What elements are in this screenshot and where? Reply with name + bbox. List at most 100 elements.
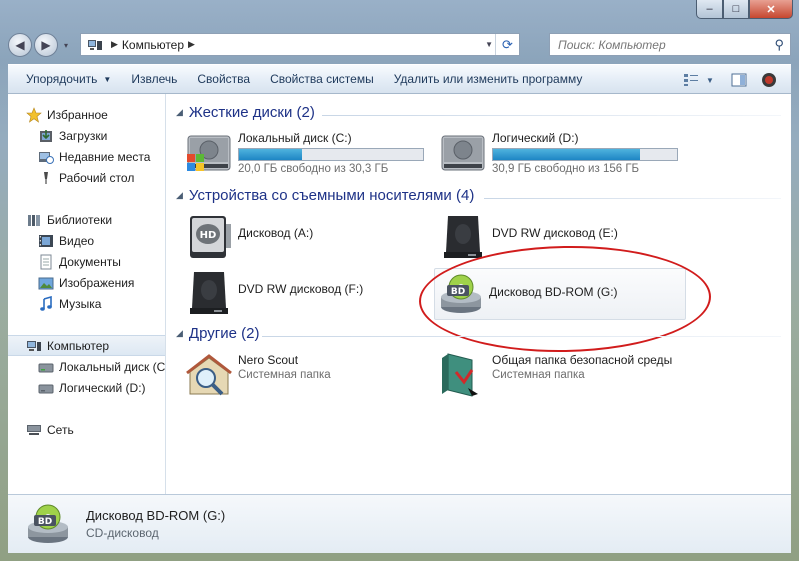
sidebar-item-favorites[interactable]: Избранное xyxy=(8,104,165,125)
view-dropdown-icon[interactable]: ▼ xyxy=(703,68,717,92)
drive-tile-d[interactable]: Логический (D:) 30,9 ГБ свободно из 156 … xyxy=(438,128,688,178)
drive-usage-bar xyxy=(492,148,678,161)
hd-label: HD xyxy=(200,230,217,241)
group-divider xyxy=(262,336,781,337)
sidebar-label: Библиотеки xyxy=(47,212,113,227)
downloads-icon xyxy=(38,128,54,144)
drive-name: DVD RW дисковод (E:) xyxy=(492,226,618,240)
local-disk-icon xyxy=(38,359,54,375)
organize-button[interactable]: Упорядочить ▼ xyxy=(16,67,121,91)
group-title: Устройства со съемными носителями (4) xyxy=(188,187,475,204)
sidebar-item-images[interactable]: Изображения xyxy=(8,272,165,293)
uninstall-program-button[interactable]: Удалить или изменить программу xyxy=(384,67,593,91)
organize-label: Упорядочить xyxy=(26,72,98,86)
address-bar[interactable]: ▶ Компьютер ▶ ▼ ⟳ xyxy=(80,33,520,56)
help-icon[interactable] xyxy=(757,68,781,92)
sidebar-label: Сеть xyxy=(47,422,74,437)
details-badge: BD xyxy=(38,517,52,527)
minimize-button[interactable]: – xyxy=(696,0,723,19)
sidebar-label: Музыка xyxy=(59,296,102,311)
eject-button[interactable]: Извлечь xyxy=(121,67,187,91)
system-properties-button[interactable]: Свойства системы xyxy=(260,67,384,91)
maximize-button[interactable]: □ xyxy=(723,0,749,19)
drive-name: DVD RW дисковод (F:) xyxy=(238,282,364,296)
drive-tile-f[interactable]: DVD RW дисковод (F:) xyxy=(184,268,434,318)
sidebar-item-documents[interactable]: Документы xyxy=(8,251,165,272)
address-dropdown-icon[interactable]: ▼ xyxy=(485,40,493,49)
breadcrumb-computer[interactable]: Компьютер xyxy=(122,38,184,52)
dvd-drive-icon xyxy=(444,216,482,258)
breadcrumb-separator-icon[interactable]: ▶ xyxy=(111,39,118,50)
collapse-arrow-icon[interactable]: ◢ xyxy=(176,328,183,339)
images-icon xyxy=(38,275,54,291)
item-tile-nero-scout[interactable]: Nero Scout Системная папка xyxy=(184,350,434,400)
group-title: Жесткие диски (2) xyxy=(188,104,315,121)
group-header-other[interactable]: ◢ Другие (2) xyxy=(176,325,259,342)
sidebar-item-computer[interactable]: Компьютер xyxy=(8,335,165,356)
sidebar-item-network[interactable]: Сеть xyxy=(8,419,165,440)
sidebar-item-logical-d[interactable]: Логический (D:) xyxy=(8,377,165,398)
collapse-arrow-icon[interactable]: ◢ xyxy=(176,107,183,118)
preview-pane-icon[interactable] xyxy=(727,68,751,92)
sidebar-item-libraries[interactable]: Библиотеки xyxy=(8,209,165,230)
drive-name: Дисковод (A:) xyxy=(238,226,314,240)
sidebar-label: Недавние места xyxy=(59,149,151,164)
sidebar-label: Видео xyxy=(59,233,95,248)
breadcrumb-separator-icon[interactable]: ▶ xyxy=(188,39,195,50)
documents-icon xyxy=(38,254,54,270)
sidebar-item-video[interactable]: Видео xyxy=(8,230,165,251)
drive-tile-c[interactable]: Локальный диск (C:) 20,0 ГБ свободно из … xyxy=(184,128,434,178)
sidebar-label: Логический (D:) xyxy=(59,380,146,395)
item-type: Системная папка xyxy=(492,369,585,381)
sidebar-label: Изображения xyxy=(59,275,135,290)
chevron-down-icon: ▼ xyxy=(103,74,112,84)
dvd-drive-icon xyxy=(190,272,228,314)
computer-icon xyxy=(26,338,42,354)
sidebar-label: Локальный диск (C xyxy=(59,359,166,374)
details-type: CD-дисковод xyxy=(86,526,159,540)
group-header-hard-disks[interactable]: ◢ Жесткие диски (2) xyxy=(176,104,315,121)
star-icon xyxy=(26,106,42,123)
collapse-arrow-icon[interactable]: ◢ xyxy=(176,190,183,201)
group-divider xyxy=(322,115,781,116)
local-disk-icon xyxy=(38,380,54,396)
computer-icon xyxy=(88,39,102,50)
command-bar: Упорядочить ▼ Извлечь Свойства Свойства … xyxy=(8,64,791,94)
item-name: Nero Scout xyxy=(238,353,299,367)
sidebar-item-recent-places[interactable]: Недавние места xyxy=(8,146,165,167)
sidebar-item-downloads[interactable]: Загрузки xyxy=(8,125,165,146)
navigation-pane: Избранное Загрузки Недавние места Рабочи… xyxy=(8,94,166,494)
item-tile-sandbox-folder[interactable]: Общая папка безопасной среды Системная п… xyxy=(438,350,728,400)
desktop-icon xyxy=(38,170,54,186)
details-pane: BD Дисковод BD-ROM (G:) CD-дисковод xyxy=(8,494,791,553)
sidebar-item-desktop[interactable]: Рабочий стол xyxy=(8,167,165,188)
search-placeholder: Поиск: Компьютер xyxy=(558,37,666,52)
windows-drive-icon xyxy=(187,135,231,171)
items-view: ◢ Жесткие диски (2) Локальный диск (C:) … xyxy=(166,94,791,494)
navigation-bar: ◀ ▶ ▾ ▶ Компьютер ▶ ▼ ⟳ Поиск: Компьютер… xyxy=(8,32,791,58)
properties-button[interactable]: Свойства xyxy=(187,67,260,91)
network-icon xyxy=(26,422,42,438)
drive-usage-fill xyxy=(239,149,302,160)
change-view-icon[interactable] xyxy=(679,68,703,92)
explorer-content: Избранное Загрузки Недавние места Рабочи… xyxy=(8,94,791,494)
close-button[interactable]: ✕ xyxy=(749,0,793,19)
drive-usage-bar xyxy=(238,148,424,161)
refresh-icon[interactable]: ⟳ xyxy=(495,34,519,55)
sidebar-item-music[interactable]: Музыка xyxy=(8,293,165,314)
floppy-drive-icon: HD xyxy=(190,216,231,258)
drive-tile-a[interactable]: HD Дисковод (A:) xyxy=(184,212,434,262)
drive-name: Логический (D:) xyxy=(492,131,579,145)
recent-pages-dropdown[interactable]: ▾ xyxy=(60,41,72,50)
forward-button[interactable]: ▶ xyxy=(34,33,58,57)
back-button[interactable]: ◀ xyxy=(8,33,32,57)
sidebar-label: Рабочий стол xyxy=(59,170,135,185)
music-icon xyxy=(38,295,54,312)
group-header-removable[interactable]: ◢ Устройства со съемными носителями (4) xyxy=(176,187,474,204)
search-icon[interactable]: ⚲ xyxy=(774,37,784,53)
sidebar-item-local-disk-c[interactable]: Локальный диск (C xyxy=(8,356,165,377)
group-divider xyxy=(484,198,781,199)
libraries-icon xyxy=(26,212,42,228)
drive-free-space: 30,9 ГБ свободно из 156 ГБ xyxy=(492,163,640,175)
search-input[interactable]: Поиск: Компьютер ⚲ xyxy=(549,33,791,56)
